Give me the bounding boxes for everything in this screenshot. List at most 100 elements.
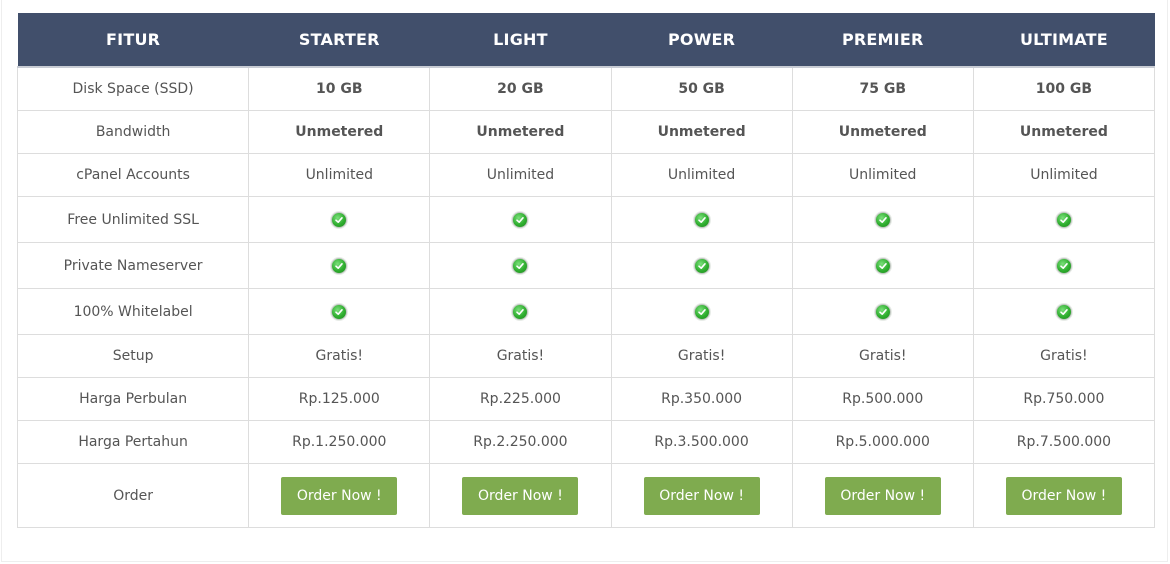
value-cell: Gratis! xyxy=(610,334,793,378)
table-header-row: FITUR STARTER LIGHT POWER PREMIER ULTIMA… xyxy=(17,13,1155,67)
check-circle-icon xyxy=(693,257,710,274)
value-cell: Rp.350.000 xyxy=(610,377,793,421)
order-now-button-premier[interactable]: Order Now ! xyxy=(824,476,941,515)
feature-label: cPanel Accounts xyxy=(16,153,250,197)
value-cell: Rp.3.500.000 xyxy=(610,420,793,464)
check-circle-icon xyxy=(512,303,529,320)
check-cell xyxy=(791,196,974,243)
feature-label: Harga Perbulan xyxy=(16,377,250,421)
value-cell: 75 GB xyxy=(791,66,974,111)
header-light: LIGHT xyxy=(429,13,612,67)
cell-value: Rp.2.250.000 xyxy=(473,434,568,450)
check-cell xyxy=(248,196,431,243)
feature-label: Private Nameserver xyxy=(16,242,250,289)
table-row: Harga Pertahun Rp.1.250.000 Rp.2.250.000 Rp… xyxy=(16,420,1156,464)
order-now-button-power[interactable]: Order Now ! xyxy=(643,476,760,515)
order-row: Order Order Now ! Order Now ! Order Now ! Or… xyxy=(16,463,1156,528)
check-circle-icon xyxy=(512,211,529,228)
value-cell: Gratis! xyxy=(791,334,974,378)
order-now-button-ultimate[interactable]: Order Now ! xyxy=(1005,476,1122,515)
value-cell: Rp.500.000 xyxy=(791,377,974,421)
check-cell xyxy=(429,196,612,243)
header-fitur: FITUR xyxy=(17,13,249,67)
check-circle-icon xyxy=(874,257,891,274)
table-row: Setup Gratis! Gratis! Gratis! Gratis! Gratis! xyxy=(16,334,1156,378)
check-circle-icon xyxy=(1055,303,1072,320)
check-cell xyxy=(610,288,793,335)
cell-value: Rp.7.500.000 xyxy=(1016,434,1112,450)
cell-value: 20 GB xyxy=(497,81,544,97)
order-now-button-light[interactable]: Order Now ! xyxy=(462,476,579,515)
cell-value: Unmetered xyxy=(1019,124,1108,140)
value-cell: Rp.2.250.000 xyxy=(429,420,612,464)
cell-value: Unlimited xyxy=(849,167,917,183)
value-cell: Gratis! xyxy=(972,334,1156,378)
check-cell xyxy=(610,196,793,243)
value-cell: 10 GB xyxy=(248,66,431,111)
value-cell: Unmetered xyxy=(610,110,793,154)
cell-value: 100 GB xyxy=(1035,81,1093,97)
cell-value: Rp.750.000 xyxy=(1023,391,1105,407)
check-cell xyxy=(972,242,1156,289)
table-row: Harga Perbulan Rp.125.000 Rp.225.000 Rp.350… xyxy=(16,377,1156,421)
check-circle-icon xyxy=(331,303,348,320)
cell-value: 10 GB xyxy=(316,81,363,97)
header-starter: STARTER xyxy=(248,13,430,67)
header-ultimate: ULTIMATE xyxy=(973,13,1155,67)
check-cell xyxy=(972,288,1156,335)
cell-value: Unmetered xyxy=(295,124,384,140)
cell-value: Rp.500.000 xyxy=(842,391,924,407)
table-row: Private Nameserver xyxy=(16,242,1156,289)
value-cell: Rp.225.000 xyxy=(429,377,612,421)
cell-value: Rp.3.500.000 xyxy=(654,434,749,450)
cell-value: Rp.5.000.000 xyxy=(835,434,930,450)
table-row: cPanel Accounts Unlimited Unlimited Unlimit… xyxy=(16,153,1156,197)
feature-label: Bandwidth xyxy=(16,110,250,154)
value-cell: 100 GB xyxy=(972,66,1156,111)
value-cell: Unlimited xyxy=(429,153,612,197)
check-circle-icon xyxy=(331,211,348,228)
check-cell xyxy=(791,288,974,335)
check-cell xyxy=(248,242,431,289)
cell-value: 50 GB xyxy=(678,81,725,97)
cell-value: Gratis! xyxy=(1040,348,1088,364)
table-row: 100% Whitelabel xyxy=(16,288,1156,335)
order-cell: Order Now ! xyxy=(248,463,431,528)
cell-value: Gratis! xyxy=(496,348,545,364)
cell-value: Unlimited xyxy=(667,167,736,183)
value-cell: Unlimited xyxy=(610,153,793,197)
value-cell: Unmetered xyxy=(248,110,431,154)
pricing-table: FITUR STARTER LIGHT POWER PREMIER ULTIMA… xyxy=(16,13,1156,528)
order-now-button-starter[interactable]: Order Now ! xyxy=(281,476,398,515)
value-cell: Unmetered xyxy=(429,110,612,154)
value-cell: Rp.750.000 xyxy=(972,377,1156,421)
order-cell: Order Now ! xyxy=(972,463,1156,528)
check-circle-icon xyxy=(331,257,348,274)
value-cell: Rp.125.000 xyxy=(248,377,431,421)
value-cell: 20 GB xyxy=(429,66,612,111)
value-cell: Unmetered xyxy=(972,110,1156,154)
table-row: Disk Space (SSD) 10 GB 20 GB 50 GB 75 GB 100 … xyxy=(16,66,1156,111)
check-circle-icon xyxy=(874,211,891,228)
feature-label: Disk Space (SSD) xyxy=(16,66,250,111)
order-label: Order xyxy=(16,463,250,528)
value-cell: Rp.5.000.000 xyxy=(791,420,974,464)
header-premier: PREMIER xyxy=(792,13,974,67)
check-circle-icon xyxy=(1055,257,1072,274)
cell-value: Gratis! xyxy=(315,348,364,364)
check-cell xyxy=(429,288,612,335)
cell-value: 75 GB xyxy=(859,81,907,97)
cell-value: Rp.1.250.000 xyxy=(292,434,387,450)
cell-value: Gratis! xyxy=(677,348,726,364)
cell-value: Unlimited xyxy=(1030,167,1098,183)
cell-value: Unlimited xyxy=(305,167,373,183)
value-cell: 50 GB xyxy=(610,66,793,111)
feature-label: 100% Whitelabel xyxy=(16,288,250,335)
cell-value: Unmetered xyxy=(657,124,746,140)
value-cell: Unmetered xyxy=(791,110,974,154)
table-row: Free Unlimited SSL xyxy=(16,196,1156,243)
check-cell xyxy=(248,288,431,335)
check-circle-icon xyxy=(874,303,891,320)
cell-value: Gratis! xyxy=(859,348,907,364)
check-circle-icon xyxy=(693,303,710,320)
